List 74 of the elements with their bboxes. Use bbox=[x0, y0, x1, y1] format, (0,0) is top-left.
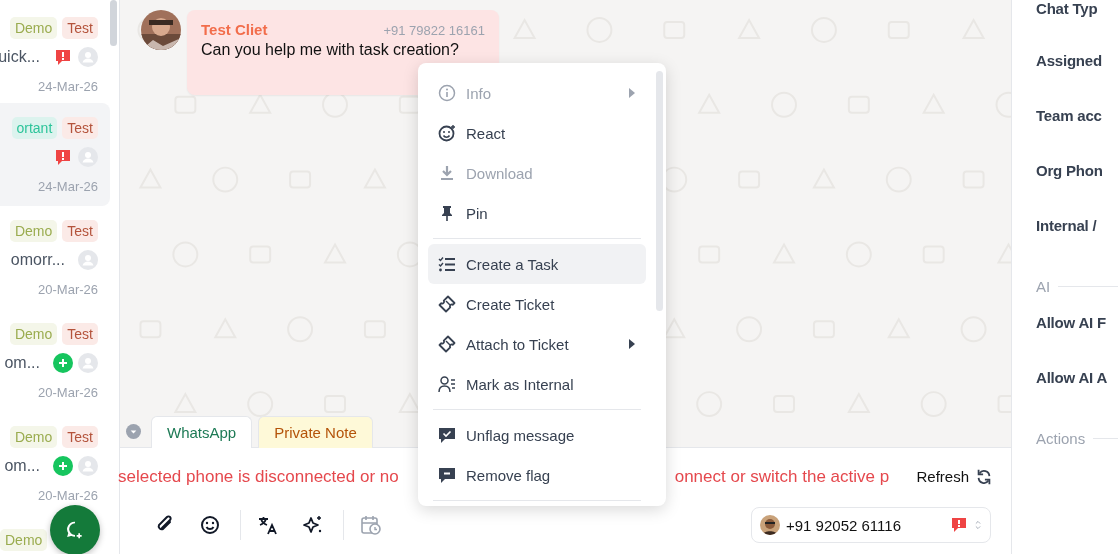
field-label: Org Phon bbox=[1036, 162, 1104, 181]
section-title: Actions bbox=[1036, 429, 1086, 447]
scrollbar[interactable] bbox=[110, 0, 117, 46]
refresh-button[interactable]: Refresh bbox=[916, 467, 993, 486]
message-text: Can you help me with task creation? bbox=[201, 41, 460, 59]
tag: Demo bbox=[9, 17, 58, 39]
message-preview: omorr... bbox=[10, 251, 65, 269]
smiley-icon[interactable] bbox=[199, 514, 221, 536]
sender-phone: +91 79822 16161 bbox=[383, 23, 485, 38]
field-label: Team acc bbox=[1036, 107, 1103, 126]
chevron-updown-icon bbox=[974, 520, 982, 530]
date-label: 20-Mar-26 bbox=[38, 488, 98, 503]
composer-tab[interactable]: Private Note bbox=[258, 416, 373, 448]
section-title: AI bbox=[1036, 277, 1051, 295]
tag: Test bbox=[62, 220, 98, 242]
menu-item[interactable]: Create a Task bbox=[428, 244, 646, 284]
avatar-icon bbox=[78, 147, 98, 167]
smiley-plus-icon bbox=[438, 124, 456, 142]
conversation-item[interactable]: Demo Test omorr... 20-Mar-26 bbox=[0, 206, 110, 309]
conversation-item[interactable]: Demo Test uick... 24-Mar-26 bbox=[0, 3, 110, 103]
menu-item[interactable]: Unflag message bbox=[428, 415, 646, 455]
avatar-icon bbox=[78, 353, 98, 373]
avatar-icon bbox=[78, 47, 98, 67]
date-label: 24-Mar-26 bbox=[38, 79, 98, 94]
phone-selector[interactable]: +91 92052 61116 bbox=[751, 507, 991, 543]
conversation-item[interactable]: Demo Test om... 20-Mar-26 bbox=[0, 309, 110, 412]
tag: Test bbox=[62, 323, 98, 345]
date-label: 24-Mar-26 bbox=[38, 179, 98, 194]
message-preview: om... bbox=[4, 457, 40, 475]
refresh-icon bbox=[975, 467, 993, 486]
avatar-icon bbox=[78, 250, 98, 270]
avatar-icon bbox=[78, 456, 98, 476]
tag: Demo bbox=[9, 426, 58, 448]
menu-item[interactable]: React bbox=[428, 113, 646, 153]
tag: Test bbox=[62, 426, 98, 448]
date-label: 20-Mar-26 bbox=[38, 385, 98, 400]
field-label: Chat Typ bbox=[1036, 0, 1099, 19]
tag: Test bbox=[62, 17, 98, 39]
new-chat-button[interactable] bbox=[50, 505, 100, 554]
error-message: onnect or switch the active p bbox=[674, 466, 890, 487]
ticket-icon bbox=[438, 335, 456, 353]
menu-item[interactable]: Mark as Internal bbox=[428, 364, 646, 404]
field-label: Allow AI A bbox=[1036, 369, 1109, 388]
tag: Demo bbox=[9, 323, 58, 345]
message-preview: om... bbox=[4, 354, 40, 372]
tag: Test bbox=[62, 117, 98, 139]
download-icon bbox=[438, 164, 456, 182]
date-label: 20-Mar-26 bbox=[38, 282, 98, 297]
tag: Demo bbox=[9, 220, 58, 242]
menu-item[interactable]: Create Ticket bbox=[428, 284, 646, 324]
ticket-icon bbox=[438, 295, 456, 313]
message-check-icon bbox=[438, 426, 456, 444]
info-icon bbox=[438, 84, 456, 102]
menu-item[interactable]: Attach to Ticket bbox=[428, 324, 646, 364]
sender-name: Test Cliet bbox=[201, 21, 268, 38]
composer-tab[interactable]: WhatsApp bbox=[151, 416, 253, 448]
chat-plus-icon bbox=[65, 520, 85, 540]
scrollbar[interactable] bbox=[656, 71, 663, 311]
menu-item[interactable]: Remove flag bbox=[428, 455, 646, 495]
translate-icon[interactable] bbox=[257, 514, 279, 536]
conversation-item[interactable]: Demo Test om... 20-Mar-26 bbox=[0, 412, 110, 515]
error-message: selected phone is disconnected or no bbox=[118, 466, 399, 487]
field-label: Assigned bbox=[1036, 52, 1103, 71]
checklist-icon bbox=[438, 255, 456, 273]
user-list-icon bbox=[438, 375, 456, 393]
field-label: Internal / bbox=[1036, 217, 1098, 236]
tag: ortant bbox=[11, 117, 58, 139]
message-preview: uick... bbox=[0, 48, 40, 66]
sparkles-icon[interactable] bbox=[302, 514, 324, 536]
conversation-item[interactable]: ortant Test 24-Mar-26 bbox=[0, 103, 110, 206]
menu-item[interactable]: Pin bbox=[428, 193, 646, 233]
message-minus-icon bbox=[438, 466, 456, 484]
field-label: Allow AI F bbox=[1036, 314, 1107, 333]
tag: Demo bbox=[0, 529, 48, 551]
